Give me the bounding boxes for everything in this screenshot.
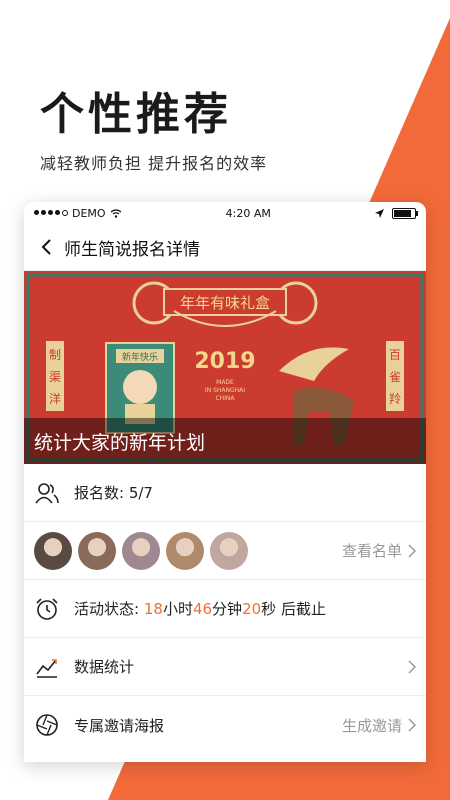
countdown-minutes: 46 xyxy=(192,600,213,618)
promo-subheadline: 减轻教师负担 提升报名的效率 xyxy=(40,154,268,173)
avatar xyxy=(210,531,248,570)
carrier-label: DEMO xyxy=(72,206,106,220)
avatar xyxy=(78,531,116,570)
promo-headline: 个性推荐 xyxy=(40,89,232,140)
banner-art-china: CHINA xyxy=(215,395,235,402)
banner-left-char-1: 制 xyxy=(49,348,61,362)
phone-screen: DEMO 4:20 AM 师生简说报名详情 年年有味礼盒 制 渠 洋 百 雀 羚… xyxy=(24,202,426,762)
banner-art-year: 2019 xyxy=(194,349,255,374)
banner-right-char-1: 百 xyxy=(389,348,401,362)
banner-right-char-2: 雀 xyxy=(389,370,401,384)
activity-prefix: 活动状态: xyxy=(74,600,140,618)
signup-count-row: 报名数: 5/7 xyxy=(24,464,426,522)
wifi-icon xyxy=(110,208,121,218)
aperture-icon xyxy=(34,712,60,738)
countdown-hours: 18 xyxy=(143,600,163,618)
banner-right-char-3: 羚 xyxy=(389,391,401,406)
chevron-right-icon xyxy=(408,543,416,558)
chevron-right-icon xyxy=(408,659,416,674)
chevron-right-icon xyxy=(408,718,416,732)
activity-status-row: 活动状态: 18小时46分钟20秒 后截止 xyxy=(24,580,426,638)
alarm-clock-icon xyxy=(34,596,60,622)
avatar xyxy=(166,531,204,570)
participants-row[interactable]: 查看名单 xyxy=(24,522,426,580)
banner-art-made: MADE xyxy=(216,379,234,386)
nav-bar: 师生简说报名详情 xyxy=(24,224,426,271)
chevron-left-icon xyxy=(41,239,51,255)
invite-poster-label: 专属邀请海报 xyxy=(74,716,165,735)
banner-left-char-2: 渠 xyxy=(49,370,61,384)
banner-left-char-3: 洋 xyxy=(49,391,61,406)
banner-caption: 统计大家的新年计划 xyxy=(24,418,426,464)
line-chart-icon xyxy=(34,654,60,680)
data-stats-row[interactable]: 数据统计 xyxy=(24,638,426,696)
countdown-seconds-unit: 秒 xyxy=(261,600,277,618)
data-stats-label: 数据统计 xyxy=(74,658,135,676)
participant-avatars xyxy=(34,531,248,570)
countdown-minutes-unit: 分钟 xyxy=(212,600,243,618)
view-list-label: 查看名单 xyxy=(341,542,402,560)
status-time: 4:20 AM xyxy=(225,206,271,220)
event-banner[interactable]: 年年有味礼盒 制 渠 洋 百 雀 羚 新年快乐 2019 MADE IN SHA… xyxy=(24,271,426,464)
location-arrow-icon xyxy=(374,208,384,218)
people-icon xyxy=(34,480,60,506)
signup-count-label: 报名数: 5/7 xyxy=(74,484,153,502)
battery-icon xyxy=(391,207,418,219)
back-button[interactable] xyxy=(34,235,58,259)
banner-art-in: IN SHANGHAI xyxy=(205,387,245,394)
page-title: 师生简说报名详情 xyxy=(64,239,200,260)
data-stats-chevron xyxy=(402,659,416,674)
banner-card-text: 新年快乐 xyxy=(122,351,158,363)
generate-invite-link[interactable]: 生成邀请 xyxy=(342,715,416,736)
generate-invite-label: 生成邀请 xyxy=(341,716,402,735)
activity-suffix: 后截止 xyxy=(280,600,326,618)
view-list-link[interactable]: 查看名单 xyxy=(342,540,416,561)
activity-status-label: 活动状态: 18小时46分钟20秒 后截止 xyxy=(74,598,326,619)
status-bar: DEMO 4:20 AM xyxy=(24,202,426,224)
avatar xyxy=(122,531,160,570)
countdown-seconds: 20 xyxy=(242,600,262,618)
avatar xyxy=(34,531,72,570)
signal-icon xyxy=(34,210,68,216)
invite-poster-row[interactable]: 专属邀请海报 生成邀请 xyxy=(24,696,426,754)
banner-art-title: 年年有味礼盒 xyxy=(180,294,270,312)
countdown-hours-unit: 小时 xyxy=(162,600,193,618)
